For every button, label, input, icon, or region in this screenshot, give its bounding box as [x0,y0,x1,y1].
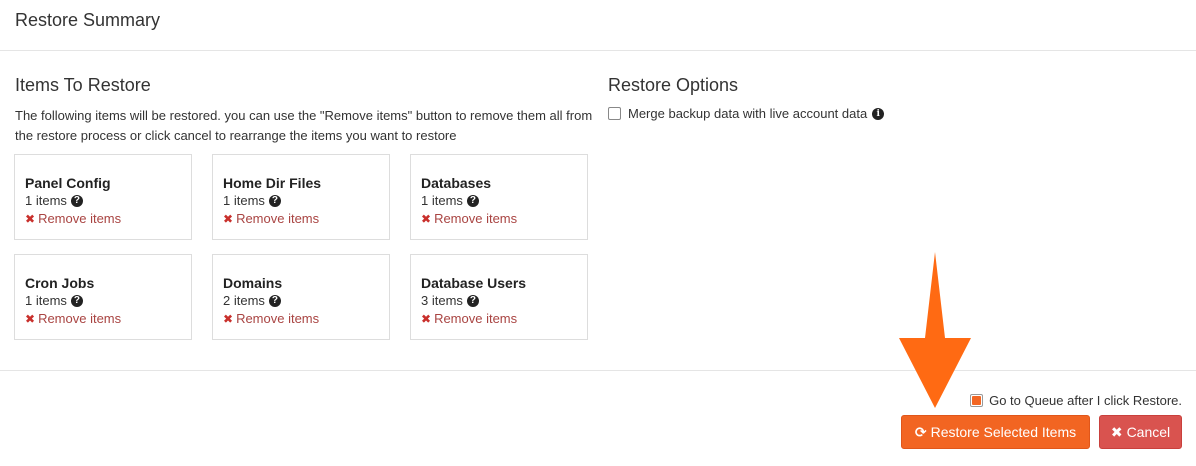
card-count-text: 2 items [223,293,265,308]
remove-items-label: Remove items [434,211,518,226]
page-title: Restore Summary [15,10,161,30]
info-circle-icon[interactable]: i [872,107,885,120]
remove-items-link[interactable]: ✖ Remove items [25,210,121,228]
remove-items-link[interactable]: ✖ Remove items [421,210,517,228]
item-card-cron-jobs: Cron Jobs 1 items ? ✖ Remove items [14,254,192,340]
question-circle-icon[interactable]: ? [268,295,281,307]
card-count: 1 items ? [25,292,181,310]
remove-items-link[interactable]: ✖ Remove items [223,210,319,228]
question-circle-icon[interactable]: ? [466,195,479,207]
card-count: 1 items ? [25,192,181,210]
card-count-text: 1 items [223,193,265,208]
queue-label: Go to Queue after I click Restore. [989,393,1182,408]
remove-items-link[interactable]: ✖ Remove items [421,310,517,328]
item-card-panel-config: Panel Config 1 items ? ✖ Remove items [14,154,192,240]
card-title: Cron Jobs [25,275,95,291]
merge-option: Merge backup data with live account data… [608,106,885,121]
queue-option: Go to Queue after I click Restore. [970,393,1182,408]
item-card-domains: Domains 2 items ? ✖ Remove items [212,254,390,340]
cancel-button[interactable]: ✖ Cancel [1099,415,1182,449]
refresh-icon: ⟳ [914,423,927,440]
times-icon: ✖ [421,212,432,226]
page-header: Restore Summary [0,0,1196,51]
times-icon: ✖ [1110,423,1123,440]
card-title: Panel Config [25,175,111,191]
times-icon: ✖ [223,312,234,326]
times-icon: ✖ [25,312,36,326]
restore-selected-items-button[interactable]: ⟳ Restore Selected Items [901,415,1090,449]
question-circle-icon[interactable]: ? [70,195,83,207]
card-title: Domains [223,275,283,291]
question-circle-icon[interactable]: ? [268,195,281,207]
card-count: 3 items ? [421,292,577,310]
restore-button-label: Restore Selected Items [930,424,1077,440]
remove-items-label: Remove items [434,311,518,326]
remove-items-label: Remove items [38,311,122,326]
card-count: 1 items ? [223,192,379,210]
remove-items-link[interactable]: ✖ Remove items [223,310,319,328]
restore-options-title: Restore Options [608,75,739,95]
item-card-databases: Databases 1 items ? ✖ Remove items [410,154,588,240]
merge-checkbox[interactable] [608,107,621,120]
card-title: Databases [421,175,492,191]
card-count-text: 1 items [25,193,67,208]
card-count-text: 1 items [25,293,67,308]
card-count-text: 3 items [421,293,463,308]
arrow-down-icon [899,252,971,408]
item-card-database-users: Database Users 3 items ? ✖ Remove items [410,254,588,340]
times-icon: ✖ [223,212,234,226]
items-to-restore-title: Items To Restore [15,75,151,95]
remove-items-link[interactable]: ✖ Remove items [25,310,121,328]
card-count: 2 items ? [223,292,379,310]
cancel-button-label: Cancel [1126,424,1171,440]
merge-label: Merge backup data with live account data [628,106,868,121]
card-title: Database Users [421,275,527,291]
card-count-text: 1 items [421,193,463,208]
remove-items-label: Remove items [236,211,320,226]
items-description: The following items will be restored. yo… [15,108,593,143]
times-icon: ✖ [25,212,36,226]
question-circle-icon[interactable]: ? [466,295,479,307]
footer-divider [0,370,1196,371]
remove-items-label: Remove items [236,311,320,326]
card-count: 1 items ? [421,192,577,210]
card-title: Home Dir Files [223,175,322,191]
times-icon: ✖ [421,312,432,326]
item-card-home-dir-files: Home Dir Files 1 items ? ✖ Remove items [212,154,390,240]
question-circle-icon[interactable]: ? [70,295,83,307]
remove-items-label: Remove items [38,211,122,226]
